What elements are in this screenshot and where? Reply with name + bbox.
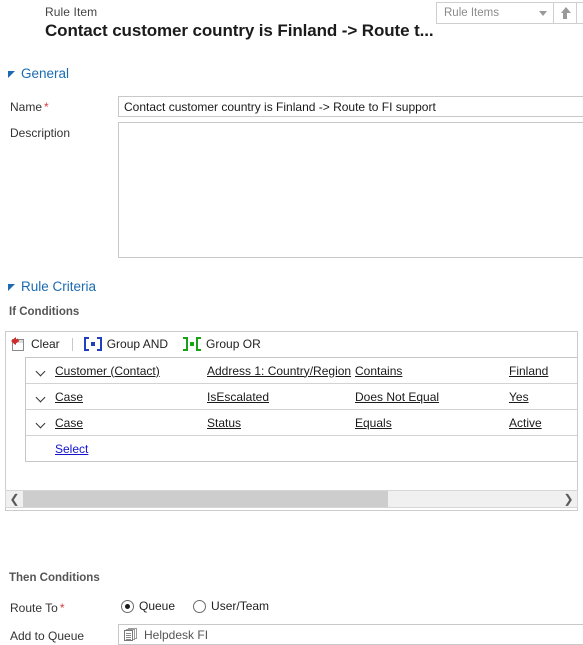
table-row[interactable]: Case IsEscalated Does Not Equal Yes xyxy=(26,384,577,410)
chevron-right-icon: ❯ xyxy=(563,492,574,506)
scrollbar-track[interactable] xyxy=(23,491,560,507)
condition-entity[interactable]: Case xyxy=(55,390,83,404)
conditions-grid: Customer (Contact) Address 1: Country/Re… xyxy=(25,357,577,462)
chevron-down-icon xyxy=(37,419,45,427)
clear-button[interactable]: Clear xyxy=(11,336,60,352)
chevron-down-icon xyxy=(37,393,45,401)
name-required-asterisk: * xyxy=(44,100,49,114)
arrow-up-icon xyxy=(560,7,571,19)
condition-field[interactable]: Status xyxy=(207,416,241,430)
chevron-left-icon: ❮ xyxy=(9,492,20,506)
section-header-rule-criteria-label: Rule Criteria xyxy=(21,279,97,294)
toolbar-divider xyxy=(71,337,73,351)
radio-button-queue[interactable] xyxy=(121,599,134,613)
queue-icon xyxy=(124,628,137,641)
table-row[interactable]: Customer (Contact) Address 1: Country/Re… xyxy=(26,358,577,384)
section-header-rule-criteria[interactable]: Rule Criteria xyxy=(8,279,96,294)
condition-value[interactable]: Active xyxy=(509,416,542,430)
criteria-horizontal-scrollbar[interactable]: ❮ ❯ xyxy=(5,490,578,508)
recordset-navigation: Rule Items xyxy=(436,2,583,24)
group-or-icon xyxy=(183,337,202,351)
then-conditions-label: Then Conditions xyxy=(9,572,100,584)
next-record-button[interactable] xyxy=(577,2,583,24)
route-to-label: Route To * xyxy=(10,601,64,615)
clear-button-label: Clear xyxy=(31,337,60,351)
route-to-label-text: Route To xyxy=(10,601,58,615)
row-expander[interactable] xyxy=(26,419,55,427)
condition-value[interactable]: Yes xyxy=(509,390,529,404)
route-to-required-asterisk: * xyxy=(59,601,65,615)
radio-option-queue-label: Queue xyxy=(139,599,176,613)
radio-option-user-team[interactable]: User/Team xyxy=(193,599,269,613)
group-and-button-label: Group AND xyxy=(106,337,169,351)
add-to-queue-label: Add to Queue xyxy=(10,629,85,643)
clear-icon xyxy=(11,336,26,352)
scroll-left-button[interactable]: ❮ xyxy=(6,491,23,507)
condition-field[interactable]: Address 1: Country/Region xyxy=(207,364,351,378)
condition-operator[interactable]: Does Not Equal xyxy=(355,390,439,404)
page-title: Contact customer country is Finland -> R… xyxy=(45,21,434,40)
condition-entity[interactable]: Case xyxy=(55,416,83,430)
entity-label: Rule Item xyxy=(45,5,98,19)
chevron-down-icon xyxy=(539,10,547,16)
table-row-new[interactable]: Select xyxy=(26,436,577,462)
condition-value[interactable]: Finland xyxy=(509,364,548,378)
condition-operator[interactable]: Contains xyxy=(355,364,402,378)
row-expander[interactable] xyxy=(26,367,55,375)
radio-option-queue[interactable]: Queue xyxy=(121,599,175,613)
radio-option-user-team-label: User/Team xyxy=(211,599,270,613)
group-and-button[interactable]: Group AND xyxy=(83,337,169,351)
rule-item-form: Rule Item Contact customer country is Fi… xyxy=(0,0,583,645)
collapse-triangle-icon xyxy=(8,283,15,291)
select-row-link[interactable]: Select xyxy=(55,442,88,456)
condition-field[interactable]: IsEscalated xyxy=(207,390,269,404)
if-conditions-label: If Conditions xyxy=(9,306,80,318)
section-header-general[interactable]: General xyxy=(8,66,69,81)
collapse-triangle-icon xyxy=(8,70,15,78)
rule-criteria-panel: Clear Group AND Group OR Customer (Conta… xyxy=(5,331,578,511)
criteria-toolbar: Clear Group AND Group OR xyxy=(6,332,577,356)
recordset-dropdown[interactable]: Rule Items xyxy=(436,2,554,24)
table-row[interactable]: Case Status Equals Active xyxy=(26,410,577,436)
condition-entity[interactable]: Customer (Contact) xyxy=(55,364,160,378)
condition-operator[interactable]: Equals xyxy=(355,416,392,430)
name-label-text: Name xyxy=(10,100,43,114)
previous-record-button[interactable] xyxy=(554,2,577,24)
name-label: Name * xyxy=(10,100,49,114)
scrollbar-thumb[interactable] xyxy=(23,491,388,507)
chevron-down-icon xyxy=(37,367,45,375)
group-or-button-label: Group OR xyxy=(206,337,261,351)
radio-button-user-team[interactable] xyxy=(193,599,207,613)
group-or-button[interactable]: Group OR xyxy=(183,337,261,351)
route-to-radio-group: Queue User/Team xyxy=(121,599,287,613)
scroll-right-button[interactable]: ❯ xyxy=(560,491,577,507)
add-to-queue-value: Helpdesk FI xyxy=(144,627,209,642)
row-expander[interactable] xyxy=(26,393,55,401)
group-and-icon xyxy=(83,337,102,351)
add-to-queue-lookup[interactable]: Helpdesk FI xyxy=(118,624,583,645)
section-header-general-label: General xyxy=(21,66,70,81)
description-textarea[interactable] xyxy=(118,122,583,258)
description-label: Description xyxy=(10,126,71,140)
recordset-dropdown-label: Rule Items xyxy=(444,7,499,19)
name-input[interactable]: Contact customer country is Finland -> R… xyxy=(118,96,583,117)
